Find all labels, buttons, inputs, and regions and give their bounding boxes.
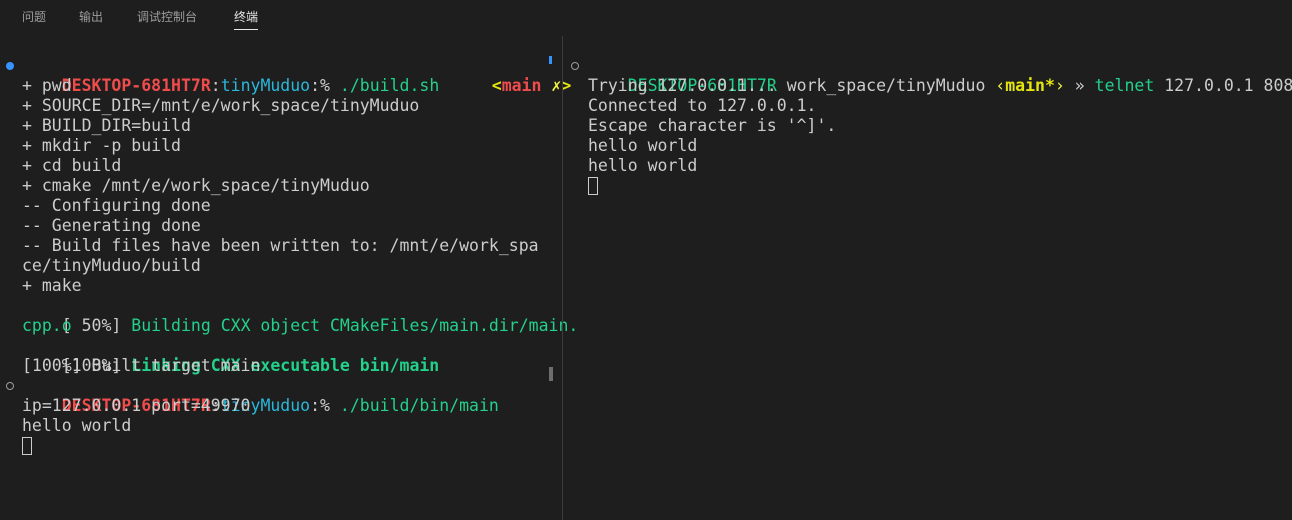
output-line: + cmake /mnt/e/work_space/tinyMuduo <box>22 176 370 195</box>
branch-open: < <box>491 76 502 95</box>
output-line: Escape character is '^]'. <box>588 116 837 135</box>
output-line: + BUILD_DIR=build <box>22 116 191 135</box>
branch-close: › <box>1054 76 1065 95</box>
command-args: 127.0.0.1 8080 <box>1154 76 1292 95</box>
output-line: Connected to 127.0.0.1. <box>588 96 817 115</box>
branch-open: ‹ <box>995 76 1006 95</box>
prompt-line: DESKTOP-681HT7R work_space/tinyMuduo ‹ma… <box>588 56 1292 95</box>
output-line: + mkdir -p build <box>22 136 181 155</box>
tab-problems[interactable]: 问题 <box>22 8 46 25</box>
output-line: hello world <box>22 416 132 435</box>
terminal-pane-left[interactable]: DESKTOP-681HT7R:tinyMuduo:% ./build.sh <… <box>0 36 578 520</box>
command-status-dot-icon[interactable] <box>6 62 14 70</box>
output-line: hello world <box>588 156 698 175</box>
link-line: [100%] Linking CXX executable bin/main <box>22 336 440 375</box>
prompt-command: ./build/bin/main <box>329 396 499 415</box>
build-message: Building CXX object CMakeFiles/main.dir/… <box>121 316 579 335</box>
prompt-line: DESKTOP-681HT7R:tinyMuduo:% ./build.sh <box>22 56 440 95</box>
output-line: + pwd <box>22 76 72 95</box>
prompt-separator: : <box>210 76 221 95</box>
tab-debug-console[interactable]: 调试控制台 <box>137 8 197 25</box>
output-line: Trying 127.0.0.1... <box>588 76 777 95</box>
output-line: ip=127.0.0.1 port=49970 <box>22 396 251 415</box>
prompt-symbol: :% <box>310 396 330 415</box>
prompt-line: DESKTOP-681HT7R:tinyMuduo:% ./build/bin/… <box>22 376 499 415</box>
git-branch-indicator: <main ✗> <box>452 56 572 95</box>
output-line: + SOURCE_DIR=/mnt/e/work_space/tinyMuduo <box>22 96 420 115</box>
prompt-symbol: :% <box>310 76 330 95</box>
output-line: -- Build files have been written to: /mn… <box>22 236 539 255</box>
built-target-line: [100%] Built target main <box>22 356 261 375</box>
dirty-marker-icon: ✗ <box>551 76 562 95</box>
prompt-arrow-icon: » <box>1064 76 1095 95</box>
output-line: + cd build <box>22 156 122 175</box>
split-divider[interactable] <box>562 36 563 520</box>
build-message-continuation: cpp.o <box>22 316 72 335</box>
scrollbar-marker[interactable] <box>549 56 552 64</box>
output-line: -- Configuring done <box>22 196 211 215</box>
tab-output[interactable]: 输出 <box>79 8 103 25</box>
output-line: + make <box>22 276 82 295</box>
command-status-dot-icon[interactable] <box>6 382 14 390</box>
scrollbar-thumb[interactable] <box>549 367 553 381</box>
panel-tab-bar: 问题 输出 调试控制台 终端 <box>0 0 1292 34</box>
prompt-path: tinyMuduo <box>220 76 311 95</box>
output-line: hello world <box>588 136 698 155</box>
terminal-cursor[interactable] <box>22 437 32 455</box>
git-branch: main <box>501 76 542 95</box>
output-line: ce/tinyMuduo/build <box>22 256 201 275</box>
terminal-cursor[interactable] <box>588 177 598 195</box>
terminal-pane-right[interactable]: DESKTOP-681HT7R work_space/tinyMuduo ‹ma… <box>564 36 1292 520</box>
git-branch: main* <box>1005 76 1055 95</box>
tab-terminal[interactable]: 终端 <box>234 8 259 30</box>
output-line: -- Generating done <box>22 216 201 235</box>
prompt-host: DESKTOP-681HT7R <box>61 76 211 95</box>
prompt-command: ./build.sh <box>329 76 440 95</box>
prompt-path: work_space/tinyMuduo <box>776 76 996 95</box>
build-progress-line: [ 50%] Building CXX object CMakeFiles/ma… <box>22 296 579 335</box>
command-status-dot-icon[interactable] <box>571 62 579 70</box>
prompt-command: telnet <box>1094 76 1155 95</box>
